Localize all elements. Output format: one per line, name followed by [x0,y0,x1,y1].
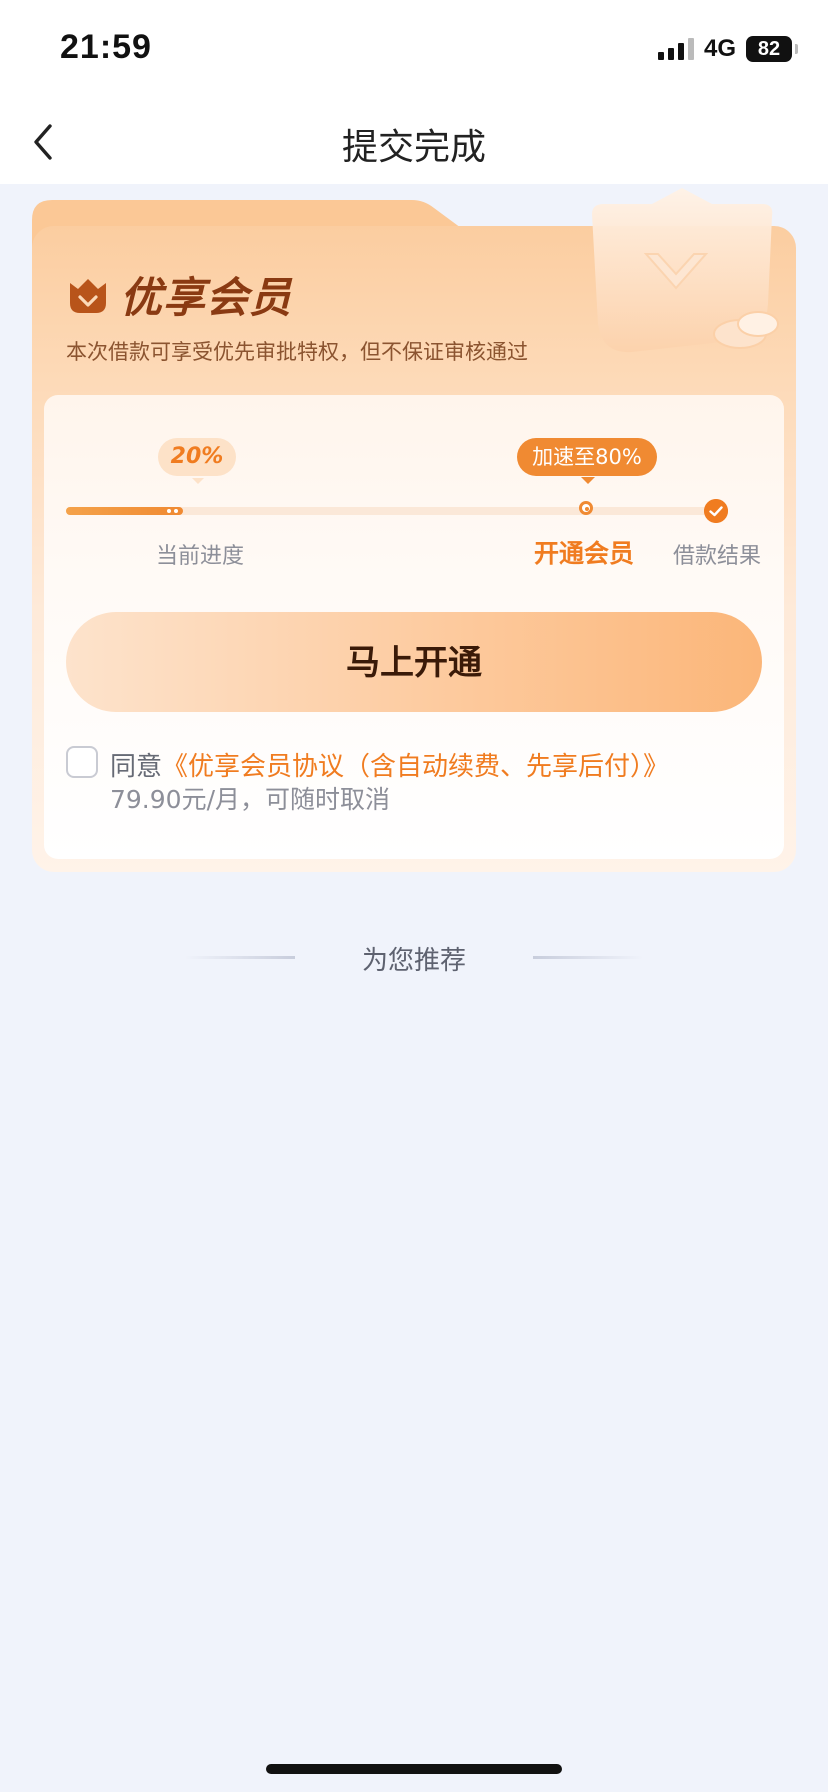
agreement-link[interactable]: 《优享会员协议（含自动续费、先享后付）》 [162,752,669,782]
step-node-member [579,501,593,515]
agreement-prefix: 同意 [110,752,163,782]
progress-track [66,507,716,515]
nav-bar: 提交完成 [0,100,828,184]
network-type: 4G [703,35,736,62]
price-note: 79.90元/月，可随时取消 [110,785,390,814]
boost-tooltip: 加速至80% [517,438,657,484]
membership-title: 优享会员 [66,264,292,325]
step-label-current: 当前进度 [156,544,245,569]
status-indicators: 4G 82 [657,34,798,64]
membership-subtitle: 本次借款可享受优先审批特权，但不保证审核通过 [66,340,528,364]
open-membership-button[interactable]: 马上开通 [66,612,762,712]
agreement-checkbox[interactable] [66,746,98,778]
battery-icon: 82 [746,36,798,62]
page-title: 提交完成 [341,127,486,168]
status-time: 21:59 [60,28,152,66]
divider-right [533,956,643,959]
status-bar: 21:59 4G 82 [0,0,828,100]
signal-icon [657,38,694,60]
progress-fill [66,507,183,515]
check-circle-icon [704,499,728,523]
membership-title-text: 优享会员 [120,273,293,322]
step-label-result: 借款结果 [673,544,762,569]
crown-shield-icon [70,278,106,313]
home-indicator [266,1764,562,1774]
current-progress-tooltip: 20% [158,438,236,484]
recommend-title: 为您推荐 [361,946,466,976]
agreement-text: 同意《优享会员协议（含自动续费、先享后付）》 [110,746,669,783]
shield-badge-illustration [592,188,779,353]
step-label-member: 开通会员 [534,539,635,568]
progress-fill-dots [167,509,178,513]
